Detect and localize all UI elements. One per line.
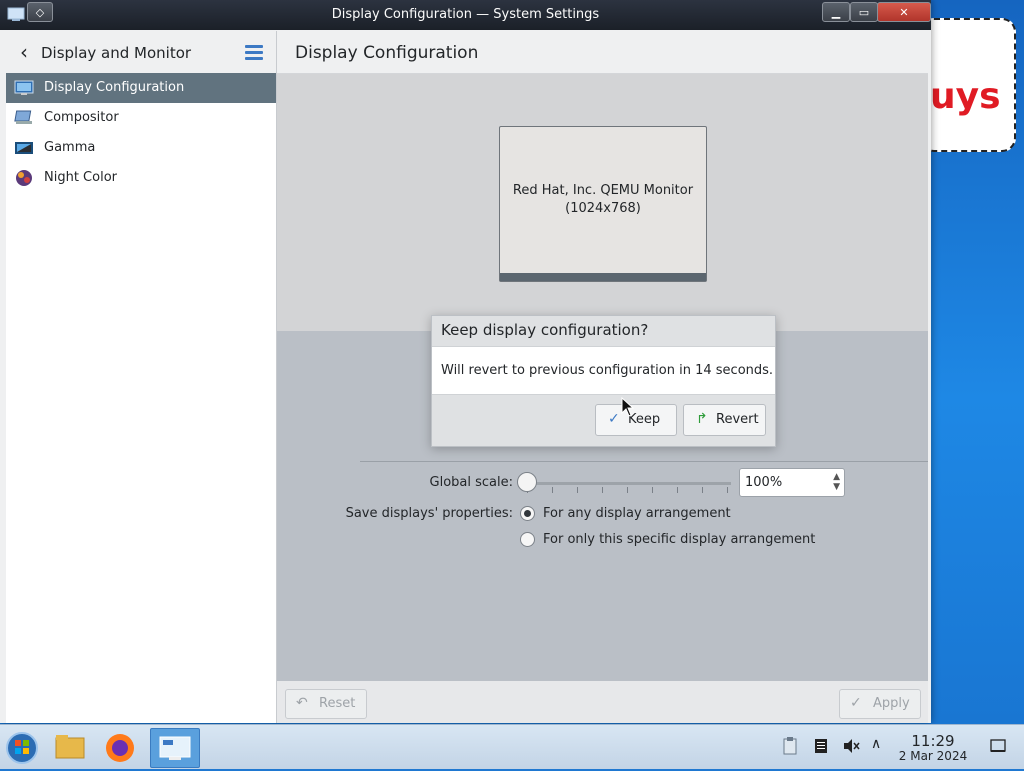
minimize-button[interactable]: ▁ [822,2,850,22]
dialog-body: Will revert to previous configuration in… [432,346,775,395]
reset-icon: ↶ [296,695,308,711]
monitor-resolution: (1024x768) [565,201,641,216]
divider [360,461,928,462]
hamburger-menu-icon[interactable] [245,45,263,60]
start-button[interactable] [2,728,46,766]
firefox-icon [106,734,134,762]
global-scale-spinbox[interactable]: 100% ▲ ▼ [739,468,845,497]
check-icon: ✓ [850,695,862,711]
folder-icon [55,735,85,759]
system-settings-taskbar-button[interactable] [150,728,200,768]
compositor-icon [14,110,32,124]
apply-label: Apply [873,696,910,711]
mouse-cursor-icon [621,397,635,417]
clipboard-tray-icon[interactable] [782,737,798,759]
system-settings-icon [159,736,191,760]
clock-date[interactable]: 2 Mar 2024 [893,749,973,763]
global-scale-value: 100% [745,475,783,490]
display-preview-area: Red Hat, Inc. QEMU Monitor (1024x768) [277,74,928,331]
file-manager-taskbar-button[interactable] [48,728,92,766]
back-arrow-icon[interactable]: ‹ [20,40,28,64]
sidebar-item-label: Display Configuration [44,80,185,95]
global-scale-label: Global scale: [429,475,513,490]
firefox-taskbar-button[interactable] [98,728,142,766]
keep-button[interactable]: ✓ Keep [595,404,677,436]
start-orb-icon [6,732,38,764]
monitor-preview[interactable]: Red Hat, Inc. QEMU Monitor (1024x768) [499,126,707,282]
revert-button[interactable]: ↱ Revert [683,404,766,436]
sidebar-back-label[interactable]: Display and Monitor [41,44,191,62]
monitor-bar [500,273,706,281]
sidebar-item-label: Compositor [44,110,119,125]
radio-specific-arrangement-label[interactable]: For only this specific display arrangeme… [543,532,815,547]
display-config-icon [14,80,34,95]
window-titlebar[interactable]: ◇ Display Configuration — System Setting… [0,0,931,30]
gamma-icon [15,142,33,154]
keep-config-dialog: Keep display configuration? Will revert … [431,315,776,447]
bottom-action-bar: ↶ Reset ✓ Apply [277,681,928,723]
revert-arrow-icon: ↱ [696,411,708,427]
close-button[interactable]: ✕ [877,2,931,22]
sidebar: ‹ Display and Monitor Display Configurat… [6,31,277,723]
global-scale-slider-handle[interactable] [517,472,537,492]
save-properties-label: Save displays' properties: [345,506,513,521]
maximize-button[interactable]: ▭ [850,2,878,22]
slider-ticks [527,487,731,493]
sidebar-item-gamma[interactable]: Gamma [6,133,276,163]
notes-tray-icon[interactable] [813,737,829,759]
dialog-title: Keep display configuration? [441,321,649,339]
reset-label: Reset [319,696,356,711]
radio-any-arrangement-label[interactable]: For any display arrangement [543,506,731,521]
sidebar-item-display-configuration[interactable]: Display Configuration [6,73,276,103]
show-desktop-icon[interactable] [990,738,1006,758]
apply-button[interactable]: ✓ Apply [839,689,921,719]
radio-specific-arrangement[interactable] [520,532,535,547]
sidebar-item-compositor[interactable]: Compositor [6,103,276,133]
revert-label: Revert [716,412,759,427]
desktop-bubble-text: uys [930,76,1001,117]
main-header: Display Configuration [277,31,928,74]
global-scale-slider-track[interactable] [527,482,731,485]
monitor-name: Red Hat, Inc. QEMU Monitor [512,183,694,198]
window-title: Display Configuration — System Settings [331,7,600,22]
night-color-icon [16,170,32,186]
reset-button[interactable]: ↶ Reset [285,689,367,719]
page-title: Display Configuration [295,43,479,63]
sidebar-item-night-color[interactable]: Night Color [6,163,276,193]
sidebar-header: ‹ Display and Monitor [6,31,276,74]
sidebar-item-label: Night Color [44,170,117,185]
sidebar-item-label: Gamma [44,140,96,155]
taskbar: ∧ 11:29 2 Mar 2024 [0,724,1024,769]
clock-time[interactable]: 11:29 [900,732,966,750]
dialog-message: Will revert to previous configuration in… [441,363,774,378]
chevron-up-icon[interactable]: ∧ [871,736,881,752]
check-icon: ✓ [608,411,620,427]
spin-arrows-icon[interactable]: ▲ ▼ [833,472,840,492]
radio-any-arrangement[interactable] [520,506,535,521]
volume-muted-icon[interactable] [842,737,860,759]
